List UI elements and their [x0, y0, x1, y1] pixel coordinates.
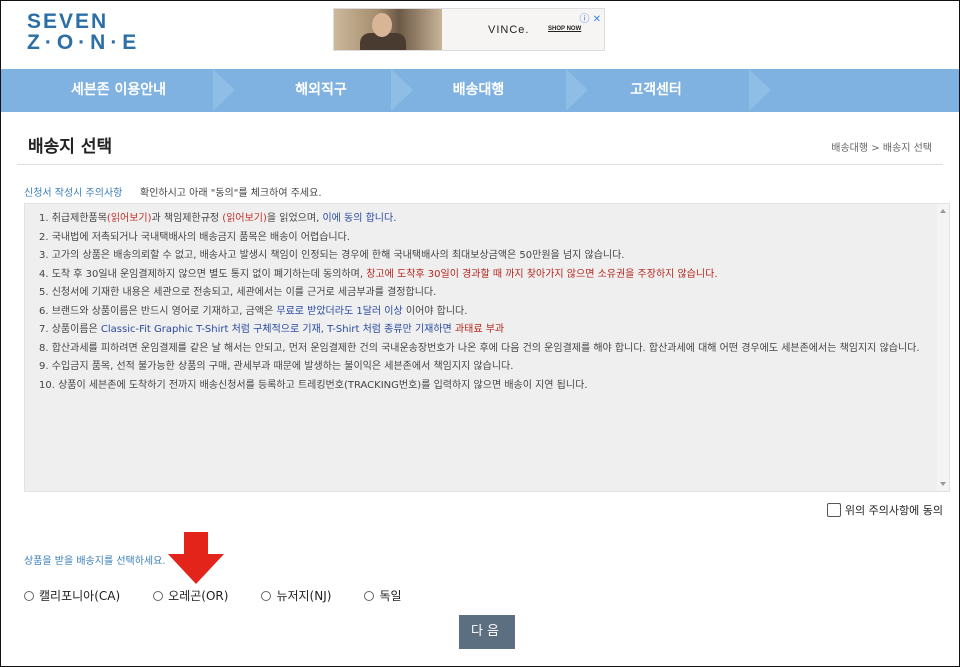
term-9: 9. 수입금지 품목, 선적 불가능한 상품의 구매, 관세부과 때문에 발생하… — [39, 361, 514, 372]
radio-button[interactable] — [261, 590, 272, 601]
term-4: 4. 도착 후 30일내 운임결제하지 않으면 별도 통지 없이 폐기하는데 동… — [39, 268, 718, 280]
nav-item-shipping-agent[interactable]: 배송대행 — [411, 69, 546, 112]
logo-line2: Z·O·N·E — [27, 31, 142, 54]
term-6: 6. 브랜드와 상품이름은 반드시 영어로 기재하고, 금액은 무료로 받았더라… — [39, 305, 468, 317]
next-button[interactable]: 다음 — [459, 615, 515, 649]
term-3: 3. 고가의 상품은 배송의뢰할 수 없고, 배송사고 발생시 책임이 인정되는… — [39, 250, 625, 261]
term-2: 2. 국내법에 저촉되거나 국내택배사의 배송금지 품목은 배송이 어렵습니다. — [39, 231, 350, 243]
main-nav: 세븐존 이용안내 해외직구 배송대행 고객센터 — [1, 69, 959, 112]
term-8: 8. 합산과세를 피하려면 운임결제를 같은 날 해서는 안되고, 먼저 운임결… — [39, 342, 920, 354]
ad-close-icon[interactable]: ⓘ ✕ — [579, 10, 601, 25]
notice-hint: 확인하시고 아래 "동의"를 체크하여 주세요. — [140, 188, 322, 199]
term-5: 5. 신청서에 기재한 내용은 세관으로 전송되고, 세관에서는 이를 근거로 … — [39, 287, 437, 298]
sevenzone-logo[interactable]: SEVEN Z·O·N·E — [27, 10, 142, 54]
page-title: 배송지 선택 — [28, 137, 113, 157]
red-arrow-down-icon — [168, 532, 224, 584]
agree-checkbox[interactable] — [826, 503, 841, 517]
radio-button[interactable] — [153, 590, 164, 601]
scroll-up-icon[interactable] — [940, 209, 946, 213]
terms-scrollbar[interactable] — [937, 204, 949, 491]
destination-label: 상품을 받을 배송지를 선택하세요. — [24, 556, 166, 567]
logo-line1: SEVEN — [27, 10, 109, 33]
destination-options: 캘리포니아(CA) 오레곤(OR) 뉴저지(NJ) 독일 — [24, 587, 402, 604]
ad-shop-now[interactable]: SHOP NOW — [548, 26, 581, 32]
term-7: 7. 상품이름은 Classic-Fit Graphic T-Shirt 처럼 … — [39, 324, 505, 335]
agree-label: 위의 주의사항에 동의 — [844, 504, 943, 517]
ad-banner[interactable]: VINCe. SHOP NOW ⓘ ✕ — [333, 8, 605, 51]
notice-label: 신청서 작성시 주의사항 — [24, 188, 123, 199]
nav-item-guide[interactable]: 세븐존 이용안내 — [1, 69, 236, 112]
radio-option-nj[interactable]: 뉴저지(NJ) — [261, 587, 331, 604]
breadcrumb: 배송대행 > 배송지 선택 — [831, 143, 932, 154]
radio-button[interactable] — [364, 590, 375, 601]
scroll-down-icon[interactable] — [940, 482, 946, 486]
header: SEVEN Z·O·N·E VINCe. SHOP NOW ⓘ ✕ — [1, 1, 959, 69]
nav-separator — [749, 69, 771, 111]
ad-brand: VINCe. — [488, 24, 530, 36]
radio-option-or[interactable]: 오레곤(OR) — [153, 587, 228, 604]
read-restricted-items-link[interactable]: (읽어보기) — [107, 213, 152, 224]
nav-item-direct-purchase[interactable]: 해외직구 — [236, 69, 406, 112]
radio-option-germany[interactable]: 독일 — [364, 587, 402, 604]
nav-separator — [213, 69, 235, 111]
read-liability-link[interactable]: (읽어보기) — [222, 213, 267, 224]
agree-row[interactable]: 위의 주의사항에 동의 — [826, 502, 943, 518]
terms-box[interactable]: 1. 취급제한품목(읽어보기)과 책임제한규정 (읽어보기)을 읽었으며, 이에… — [24, 203, 950, 492]
divider — [17, 164, 943, 165]
radio-button[interactable] — [24, 590, 34, 601]
term-1: 1. 취급제한품목(읽어보기)과 책임제한규정 (읽어보기)을 읽었으며, 이에… — [39, 213, 397, 224]
radio-option-ca[interactable]: 캘리포니아(CA) — [24, 587, 120, 604]
ad-photo — [334, 9, 442, 50]
nav-separator — [391, 69, 413, 111]
nav-item-customer-center[interactable]: 고객센터 — [581, 69, 731, 112]
term-10: 10. 상품이 세븐존에 도착하기 전까지 배송신청서를 등록하고 트레킹번호(… — [39, 379, 588, 391]
